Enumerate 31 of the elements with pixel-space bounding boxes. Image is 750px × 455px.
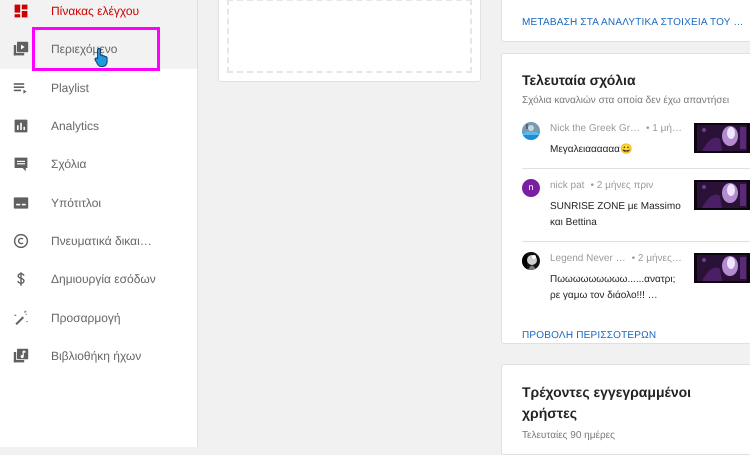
sidebar-item[interactable]: Υπότιτλοι: [0, 183, 197, 222]
sidebar-item[interactable]: Πίνακας ελέγχου: [0, 0, 197, 30]
show-more-link[interactable]: ΠΡΟΒΟΛΗ ΠΕΡΙΣΣΟΤΕΡΩΝ: [522, 328, 750, 343]
sidebar-item[interactable]: Σχόλια: [0, 145, 197, 184]
sidebar-item[interactable]: Βιβλιοθήκη ήχων: [0, 336, 197, 375]
sidebar-item[interactable]: Περιεχόμενο: [0, 30, 197, 69]
card-subtitle: Σχόλια καναλιών στα οποία δεν έχω απαντήσει: [522, 94, 730, 108]
sidebar-item[interactable]: Playlist: [0, 68, 197, 107]
bar-chart-icon: [13, 118, 29, 134]
comment-time: • 2 μήνες…: [632, 252, 682, 266]
video-library-icon: [13, 41, 29, 58]
comment-text: Πωωωωωωωωω......ανατρι; ρε γαμω τον διάολο!!! …: [550, 273, 676, 303]
comment-icon: [13, 156, 29, 172]
analytics-link[interactable]: ΜΕΤΑΒΑΣΗ ΣΤΑ ΑΝΑΛΥΤΙΚΑ ΣΤΟΙΧΕΙΑ ΤΟΥ …: [522, 17, 744, 28]
card-subtitle: Τελευταίες 90 ημέρες: [522, 429, 616, 443]
sidebar-item[interactable]: Προσαρμογή: [0, 298, 197, 337]
copyright-icon: [13, 232, 29, 249]
comment-text: SUNRISE ZONE με Massimo και Bettina: [550, 200, 682, 230]
comment-time: • 2 μήνες πριν: [590, 179, 654, 193]
sidebar-item[interactable]: Δημιουργία εσόδων: [0, 260, 197, 298]
card-title: Τρέχοντες εγγεγραμμένοι χρήστες: [522, 383, 692, 423]
magic-wand-icon: [13, 310, 29, 326]
card-title: Τελευταία σχόλια: [522, 71, 637, 90]
avatar: n: [522, 179, 540, 197]
subtitles-icon: [13, 194, 29, 211]
dashboard-icon: [13, 3, 29, 20]
sidebar-item[interactable]: Analytics: [0, 106, 197, 146]
comment-time: • 1 μή…: [646, 122, 682, 136]
comment-text: Μεγαλειαααααα😀: [550, 142, 633, 157]
sidebar-item[interactable]: Πνευματικά δικαι…: [0, 222, 197, 260]
music-library-icon: [13, 348, 29, 364]
